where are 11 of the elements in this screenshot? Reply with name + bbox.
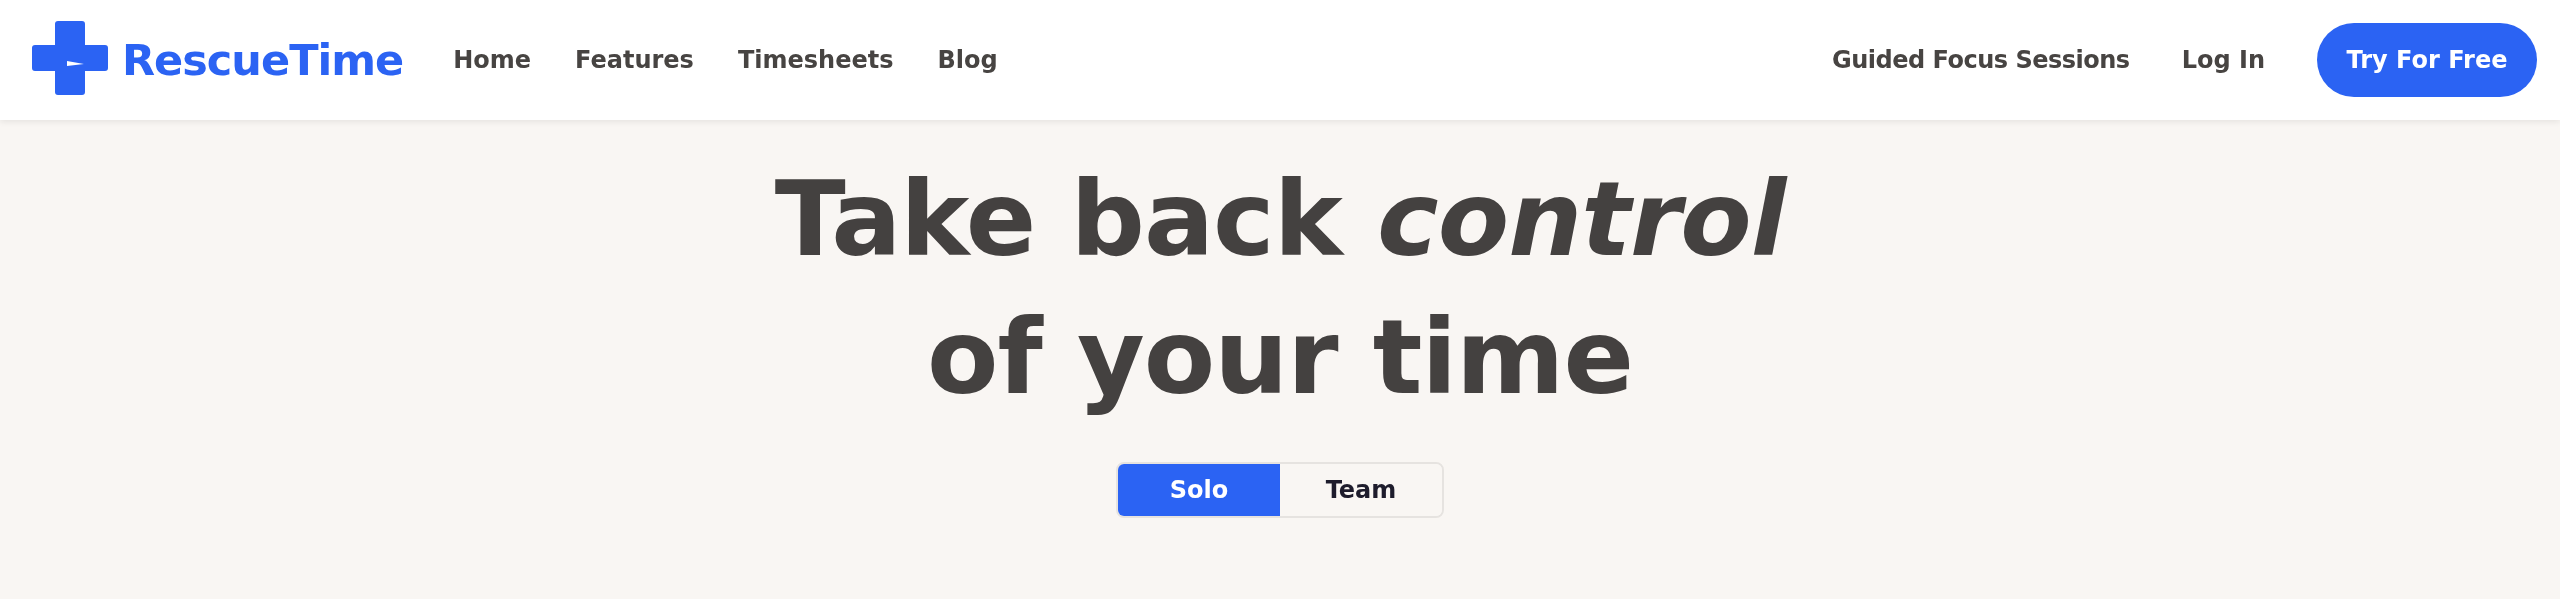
nav-link[interactable]: Home	[453, 46, 532, 74]
logo-icon[interactable]	[30, 19, 110, 97]
nav-link[interactable]: Guided Focus Sessions	[1832, 46, 2130, 74]
try-for-free-button[interactable]: Try For Free	[2317, 23, 2537, 97]
nav-link[interactable]: Blog	[937, 46, 998, 74]
nav-link[interactable]: Log In	[2181, 46, 2265, 74]
nav-link[interactable]: Timesheets	[737, 46, 894, 74]
brand-logo-text[interactable]: RescueTime	[122, 35, 404, 85]
plan-option[interactable]: Solo	[1118, 464, 1280, 516]
hero-headline: Take back control of your time	[774, 157, 1786, 420]
nav-link[interactable]: Features	[575, 46, 694, 74]
